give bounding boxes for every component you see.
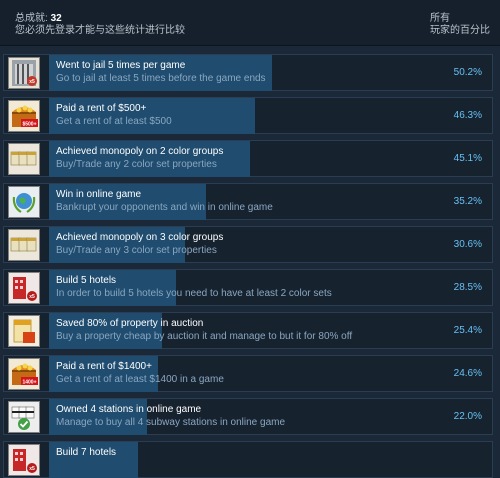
- achievement-description: Get a rent of at least $500: [56, 116, 172, 127]
- achievement-title: Achieved monopoly on 2 color groups: [56, 146, 224, 157]
- achievement-row: x5 Build 7 hotels: [3, 441, 493, 478]
- achievement-title: Win in online game: [56, 189, 142, 200]
- achievement-title: Went to jail 5 times per game: [56, 60, 186, 71]
- achievement-description: Get a rent of at least $1400 in a game: [56, 374, 224, 385]
- achievement-description: Manage to buy all 4 subway stations in o…: [56, 417, 286, 428]
- login-notice: 您必须先登录才能与这些统计进行比较: [15, 25, 185, 36]
- achievement-row: x5 Build 5 hotels In order to build 5 hot…: [3, 269, 493, 306]
- achievement-percent: 24.6%: [453, 368, 482, 379]
- achievement-percent: 30.6%: [453, 239, 482, 250]
- all-players-percent-label: 玩家的百分比: [430, 25, 490, 36]
- hotel-badge: x5: [29, 294, 35, 300]
- achievement-row: $500+ Paid a rent of $500+ Get a rent of …: [3, 97, 493, 134]
- hotel-badge: x5: [29, 466, 35, 472]
- achievement-title: Owned 4 stations in online game: [56, 404, 202, 415]
- property-cards-icon: [8, 229, 40, 261]
- globe-laurel-icon: [8, 186, 40, 218]
- chest-badge: $500+: [22, 122, 36, 128]
- achievement-percent: 46.3%: [453, 110, 482, 121]
- achievement-description: Go to jail at least 5 times before the g…: [56, 73, 266, 84]
- achievement-title: Paid a rent of $500+: [56, 103, 147, 114]
- achievement-title: Build 5 hotels: [56, 275, 117, 286]
- achievement-description: Buy/Trade any 3 color set properties: [56, 245, 217, 256]
- achievement-percent: 28.5%: [453, 282, 482, 293]
- achievements-label: 总成就:: [15, 13, 48, 24]
- achievement-description: Buy a property cheap by auction it and m…: [56, 331, 353, 342]
- jail-icon: x5: [8, 57, 40, 89]
- achievement-percent: 22.0%: [453, 411, 482, 422]
- achievement-title: Paid a rent of $1400+: [56, 361, 152, 372]
- treasure-chest-500-icon: $500+: [8, 100, 40, 132]
- achievements-count: 32: [50, 13, 62, 24]
- auction-tag-icon: [8, 315, 40, 347]
- achievement-row: 1400+ Paid a rent of $1400+ Get a rent of…: [3, 355, 493, 392]
- achievement-description: Buy/Trade any 2 color set properties: [56, 159, 217, 170]
- achievement-title: Saved 80% of property in auction: [56, 318, 204, 329]
- header: 总成就: 32 您必须先登录才能与这些统计进行比较 所有 玩家的百分比: [0, 0, 500, 46]
- achievement-title: Build 7 hotels: [56, 447, 117, 458]
- header-right: 所有 玩家的百分比: [430, 13, 490, 37]
- hotel-icon: x5: [8, 444, 40, 476]
- achievement-row: x5 Went to jail 5 times per game Go to ja…: [3, 54, 493, 91]
- all-players-label: 所有: [430, 13, 450, 24]
- achievement-row: Owned 4 stations in online game Manage to…: [3, 398, 493, 435]
- achievement-row: Achieved monopoly on 2 color groups Buy/T…: [3, 140, 493, 177]
- jail-badge: x5: [29, 79, 35, 85]
- achievement-percent: 35.2%: [453, 196, 482, 207]
- hotel-icon: x5: [8, 272, 40, 304]
- achievement-percent: 50.2%: [453, 67, 482, 78]
- header-left: 总成就: 32 您必须先登录才能与这些统计进行比较: [15, 13, 185, 37]
- stations-check-icon: [8, 401, 40, 433]
- achievement-description: Bankrupt your opponents and win in onlin…: [56, 202, 273, 213]
- achievement-row: Saved 80% of property in auction Buy a pr…: [3, 312, 493, 349]
- achievement-row: Achieved monopoly on 3 color groups Buy/T…: [3, 226, 493, 263]
- chest-badge: 1400+: [22, 380, 36, 386]
- achievement-description: In order to build 5 hotels you need to h…: [56, 288, 332, 299]
- property-cards-icon: [8, 143, 40, 175]
- achievement-title: Achieved monopoly on 3 color groups: [56, 232, 224, 243]
- achievement-percent: 45.1%: [453, 153, 482, 164]
- treasure-chest-1400-icon: 1400+: [8, 358, 40, 390]
- achievement-percent: 25.4%: [453, 325, 482, 336]
- achievement-row: Win in online game Bankrupt your opponent…: [3, 183, 493, 220]
